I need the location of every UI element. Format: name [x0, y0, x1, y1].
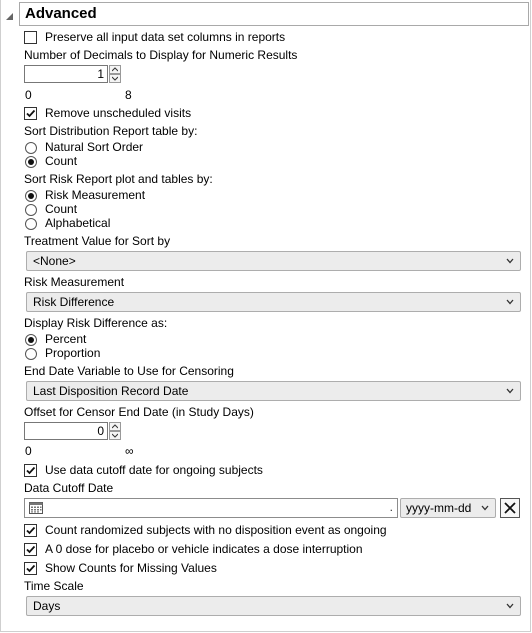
preserve-columns-label: Preserve all input data set columns in r…	[45, 30, 286, 44]
checkmark-icon	[26, 545, 36, 554]
offset-spin-buttons[interactable]	[109, 422, 121, 440]
cutoff-date-row: . yyyy-mm-dd	[24, 498, 524, 518]
treatment-value-select[interactable]: <None>	[26, 251, 521, 271]
count-randomized-checkbox[interactable]	[24, 524, 37, 537]
decimals-label: Number of Decimals to Display for Numeri…	[24, 48, 298, 62]
risk-measurement-select[interactable]: Risk Difference	[26, 292, 521, 312]
remove-unscheduled-label: Remove unscheduled visits	[45, 106, 192, 120]
offset-max-label: ∞	[125, 444, 134, 458]
zero-dose-checkbox[interactable]	[24, 543, 37, 556]
remove-unscheduled-checkbox[interactable]	[24, 107, 37, 120]
section-header[interactable]: Advanced	[0, 2, 530, 26]
radio-label: Risk Measurement	[45, 188, 146, 202]
zero-dose-label: A 0 dose for placebo or vehicle indicate…	[45, 542, 363, 556]
decrement-button[interactable]	[109, 431, 121, 440]
radio-label: Count	[45, 154, 78, 168]
treatment-value-selected: <None>	[33, 254, 76, 268]
sort-risk-label: Sort Risk Report plot and tables by:	[24, 172, 213, 186]
sort-distribution-label: Sort Distribution Report table by:	[24, 124, 198, 138]
chevron-up-icon	[112, 424, 118, 429]
chevron-down-icon	[506, 299, 514, 305]
date-format-selected: yyyy-mm-dd	[406, 501, 472, 515]
chevron-down-icon	[112, 433, 118, 438]
end-date-variable-selected: Last Disposition Record Date	[33, 384, 189, 398]
radio-label: Percent	[45, 332, 87, 346]
clear-date-button[interactable]	[500, 498, 520, 518]
radio-button-selected[interactable]	[25, 334, 37, 346]
chevron-down-icon	[506, 388, 514, 394]
increment-button[interactable]	[109, 422, 121, 431]
checkmark-icon	[26, 109, 36, 118]
triangle-down-icon[interactable]	[5, 11, 15, 21]
radio-button-selected[interactable]	[25, 156, 37, 168]
checkmark-icon	[26, 526, 36, 535]
time-scale-label: Time Scale	[24, 579, 84, 593]
chevron-up-icon	[112, 67, 118, 72]
section-title: Advanced	[25, 5, 97, 22]
radio-button[interactable]	[25, 218, 37, 230]
display-risk-label: Display Risk Difference as:	[24, 316, 168, 330]
chevron-down-icon	[506, 603, 514, 609]
show-counts-missing-label: Show Counts for Missing Values	[45, 561, 217, 575]
radio-button[interactable]	[25, 348, 37, 360]
chevron-down-icon	[112, 76, 118, 81]
decimals-input[interactable]: 1	[24, 65, 108, 83]
close-icon	[504, 502, 516, 514]
decimals-spin-buttons[interactable]	[109, 65, 121, 83]
cutoff-date-input[interactable]: .	[24, 498, 398, 518]
checkmark-icon	[26, 564, 36, 573]
show-counts-missing-checkbox[interactable]	[24, 562, 37, 575]
radio-label: Alphabetical	[45, 216, 111, 230]
decimals-min-label: 0	[25, 88, 32, 102]
preserve-columns-checkbox[interactable]	[24, 31, 37, 44]
offset-input[interactable]: 0	[24, 422, 108, 440]
risk-measurement-label: Risk Measurement	[24, 275, 125, 289]
time-scale-selected: Days	[33, 599, 61, 613]
radio-button-selected[interactable]	[25, 190, 37, 202]
decimals-max-label: 8	[125, 88, 132, 102]
treatment-value-label: Treatment Value for Sort by	[24, 234, 171, 248]
cutoff-date-label: Data Cutoff Date	[24, 481, 114, 495]
offset-label: Offset for Censor End Date (in Study Day…	[24, 405, 254, 419]
count-randomized-label: Count randomized subjects with no dispos…	[45, 523, 387, 537]
checkmark-icon	[26, 466, 36, 475]
use-cutoff-label: Use data cutoff date for ongoing subject…	[45, 463, 263, 477]
radio-label: Natural Sort Order	[45, 140, 144, 154]
date-format-select[interactable]: yyyy-mm-dd	[400, 498, 496, 518]
radio-button[interactable]	[25, 204, 37, 216]
chevron-down-icon	[506, 258, 514, 264]
cutoff-date-value: .	[389, 500, 393, 514]
calendar-icon[interactable]	[29, 502, 43, 514]
end-date-variable-select[interactable]: Last Disposition Record Date	[26, 381, 521, 401]
section-title-box: Advanced	[19, 2, 529, 26]
risk-measurement-selected: Risk Difference	[33, 295, 115, 309]
radio-label: Proportion	[45, 346, 101, 360]
increment-button[interactable]	[109, 65, 121, 74]
time-scale-select[interactable]: Days	[26, 596, 521, 616]
radio-label: Count	[45, 202, 78, 216]
decrement-button[interactable]	[109, 74, 121, 83]
radio-button[interactable]	[25, 142, 37, 154]
use-cutoff-checkbox[interactable]	[24, 464, 37, 477]
end-date-variable-label: End Date Variable to Use for Censoring	[24, 364, 234, 378]
offset-min-label: 0	[25, 444, 32, 458]
chevron-down-icon	[481, 505, 489, 511]
